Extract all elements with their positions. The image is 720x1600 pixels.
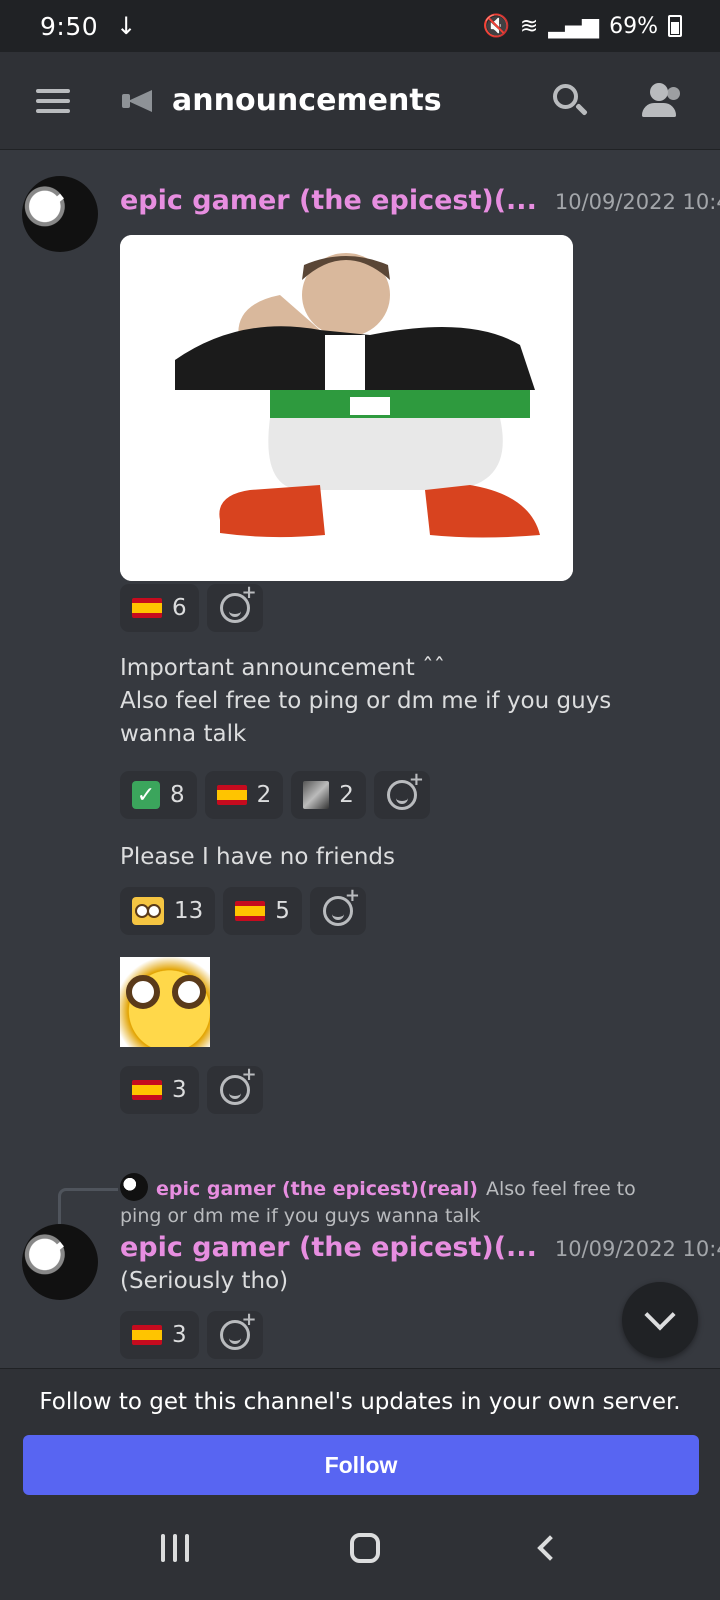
add-reaction-button[interactable] xyxy=(206,1309,263,1359)
status-icons: 🔇 ≋ ▂▄▆ 69% xyxy=(482,14,682,39)
reaction-flag-spain[interactable]: 3 xyxy=(120,1311,199,1359)
reaction-flag-spain[interactable]: 6 xyxy=(120,584,199,632)
clock: 9:50 xyxy=(40,11,99,41)
message-header: epic gamer (the epicest)(... 10/09/2022 … xyxy=(120,185,720,216)
chevron-down-icon xyxy=(644,1299,676,1331)
megaphone-icon xyxy=(122,88,154,114)
members-icon[interactable] xyxy=(640,82,684,119)
message-text: Important announcement ˆˆ Also feel free… xyxy=(120,655,612,747)
jump-to-bottom-button[interactable] xyxy=(622,1282,698,1358)
flag-spain-icon xyxy=(235,901,266,921)
add-reaction-button[interactable] xyxy=(206,1064,263,1114)
custom-emoji-icon xyxy=(303,781,330,809)
avatar[interactable] xyxy=(22,176,98,252)
nerd-face-sticker[interactable] xyxy=(120,957,210,1047)
glasses-icon xyxy=(172,975,206,1009)
reaction-flag-spain[interactable]: 5 xyxy=(223,887,302,935)
message-header: epic gamer (the epicest)(... 10/09/2022 … xyxy=(120,1232,720,1263)
reaction-count: 8 xyxy=(170,782,185,808)
attached-image[interactable] xyxy=(120,235,573,581)
add-reaction-icon xyxy=(322,885,360,926)
reaction-count: 2 xyxy=(256,782,272,808)
reaction-flag-spain[interactable]: 2 xyxy=(204,771,284,819)
flag-spain-icon xyxy=(132,598,162,618)
battery-percent: 69% xyxy=(609,13,658,39)
follow-prompt: Follow to get this channel's updates in … xyxy=(39,1389,681,1415)
message-text: Please I have no friends xyxy=(120,844,396,870)
reaction-count: 13 xyxy=(174,898,204,924)
recents-icon[interactable] xyxy=(160,1533,189,1562)
text-reactions: ✓ 8 2 2 xyxy=(120,769,430,819)
reply-avatar xyxy=(120,1173,148,1201)
meme-image xyxy=(120,235,573,581)
reaction-count: 3 xyxy=(172,1077,187,1103)
add-reaction-icon xyxy=(386,769,424,810)
reply-connector xyxy=(58,1188,118,1224)
add-reaction-icon xyxy=(219,1309,257,1350)
menu-icon[interactable] xyxy=(36,88,70,113)
wifi-icon: ≋ xyxy=(519,13,539,39)
follow-button[interactable]: Follow xyxy=(23,1435,699,1495)
reaction-check[interactable]: ✓ 8 xyxy=(120,771,197,819)
check-mark-icon: ✓ xyxy=(132,781,160,809)
add-reaction-button[interactable] xyxy=(309,885,366,935)
download-icon: ↓ xyxy=(116,12,137,40)
reply-author: epic gamer (the epicest)(real) xyxy=(156,1178,478,1200)
reaction-count: 6 xyxy=(172,595,187,621)
reaction-nerd[interactable]: 13 xyxy=(120,887,216,935)
sticker-reactions: 3 xyxy=(120,1064,263,1114)
reaction-flag-spain[interactable]: 3 xyxy=(120,1066,199,1114)
message-feed[interactable]: epic gamer (the epicest)(... 10/09/2022 … xyxy=(0,151,720,1368)
mute-icon: 🔇 xyxy=(482,13,510,39)
follow-banner: Follow to get this channel's updates in … xyxy=(0,1368,720,1495)
battery-icon xyxy=(668,15,682,37)
reply-reactions: 3 xyxy=(120,1309,263,1359)
system-nav-bar xyxy=(0,1495,720,1600)
text2-reactions: 13 5 xyxy=(120,885,366,935)
channel-header: announcements xyxy=(0,52,720,150)
status-bar: 9:50 ↓ 🔇 ≋ ▂▄▆ 69% xyxy=(0,0,720,52)
glasses-icon xyxy=(126,975,160,1009)
channel-title: announcements xyxy=(172,83,442,118)
home-icon[interactable] xyxy=(349,1532,380,1563)
timestamp: 10/09/2022 10:40 PM xyxy=(554,190,720,214)
avatar[interactable] xyxy=(22,1224,98,1300)
flag-spain-icon xyxy=(132,1080,162,1100)
add-reaction-button[interactable] xyxy=(373,769,430,819)
reaction-count: 3 xyxy=(172,1322,187,1348)
flag-spain-icon xyxy=(132,1325,162,1345)
message-text: (Seriously tho) xyxy=(120,1268,289,1294)
search-icon[interactable] xyxy=(550,81,590,121)
image-reactions: 6 xyxy=(120,582,263,632)
author-name[interactable]: epic gamer (the epicest)(... xyxy=(120,1232,537,1263)
reaction-count: 5 xyxy=(275,898,290,924)
flag-spain-icon xyxy=(216,785,247,805)
signal-icon: ▂▄▆ xyxy=(548,13,600,39)
nerd-face-icon xyxy=(132,897,164,925)
reply-preview[interactable]: epic gamer (the epicest)(real) Also feel … xyxy=(120,1173,680,1230)
author-name[interactable]: epic gamer (the epicest)(... xyxy=(120,185,537,216)
add-reaction-button[interactable] xyxy=(206,582,263,632)
reaction-custom-image[interactable]: 2 xyxy=(291,771,366,819)
add-reaction-icon xyxy=(219,582,257,623)
reaction-count: 2 xyxy=(339,782,354,808)
timestamp: 10/09/2022 10:42 PM xyxy=(554,1237,720,1261)
back-icon[interactable] xyxy=(537,1534,564,1561)
add-reaction-icon xyxy=(219,1064,257,1105)
